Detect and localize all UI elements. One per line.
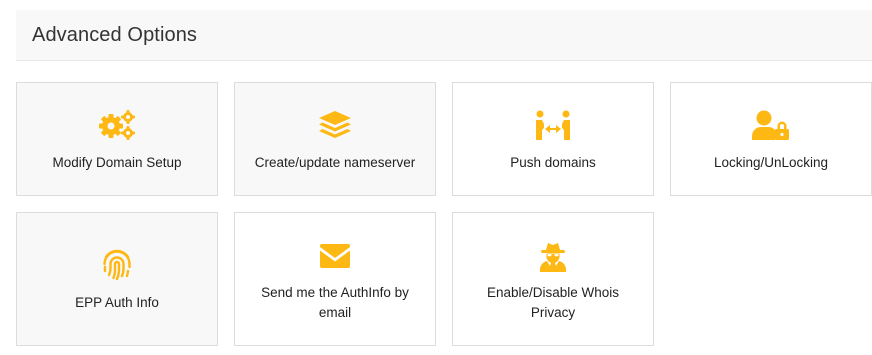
option-label: Enable/Disable Whois Privacy [486, 285, 620, 320]
user-secret-icon [533, 241, 573, 273]
whois-privacy-card[interactable]: Enable/Disable Whois Privacy [452, 212, 654, 346]
create-update-nameserver-card[interactable]: Create/update nameserver [234, 82, 436, 196]
option-label: Create/update nameserver [254, 155, 416, 170]
option-label: Modify Domain Setup [52, 155, 182, 170]
modify-domain-setup-card[interactable]: Modify Domain Setup [16, 82, 218, 196]
advanced-options-header: Advanced Options [16, 10, 872, 61]
push-domains-card[interactable]: Push domains [452, 82, 654, 196]
section-title: Advanced Options [32, 23, 198, 46]
layers-icon [315, 110, 355, 142]
epp-auth-info-card[interactable]: EPP Auth Info [16, 212, 218, 346]
fingerprint-icon [97, 248, 137, 280]
option-label: Push domains [510, 155, 596, 170]
option-label: Locking/UnLocking [713, 155, 829, 170]
option-label: EPP Auth Info [75, 295, 159, 310]
send-authinfo-card[interactable]: Send me the AuthInfo by email [234, 212, 436, 346]
option-label: Send me the AuthInfo by email [261, 285, 409, 320]
locking-unlocking-card[interactable]: Locking/UnLocking [670, 82, 872, 196]
envelope-icon [315, 243, 355, 275]
gears-icon [97, 110, 137, 142]
people-arrows-icon [533, 110, 573, 142]
user-lock-icon [751, 110, 791, 142]
